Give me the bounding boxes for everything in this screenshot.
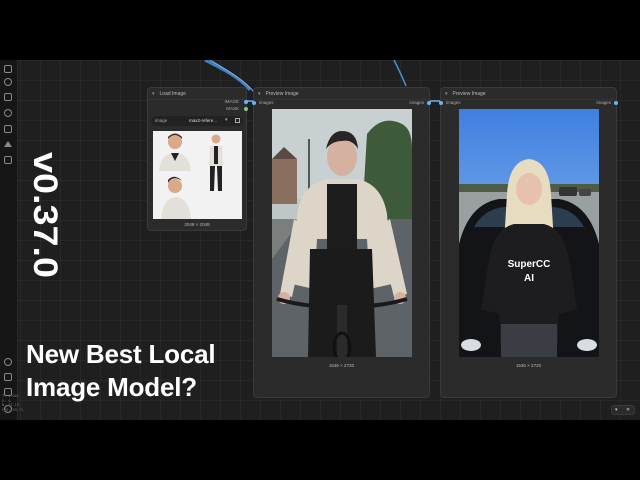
output-image-port[interactable] xyxy=(244,100,248,104)
input-images-label: images xyxy=(446,100,461,105)
collapse-icon[interactable]: ▾ xyxy=(258,91,261,97)
preview-image-woman-car: SuperCC AI xyxy=(459,109,599,357)
output-mask-label: MASK xyxy=(226,106,239,111)
image-dimensions: 1536 × 2720 xyxy=(515,363,542,368)
collapse-icon[interactable]: ▾ xyxy=(445,91,448,97)
output-images-port[interactable] xyxy=(427,101,431,105)
hoodie-text-line-2: AI xyxy=(524,273,534,284)
version-label: v0.37.0 xyxy=(26,152,64,278)
image-dimensions: 2048 × 2048 xyxy=(184,222,210,227)
headline: New Best Local Image Model? xyxy=(26,338,216,404)
output-images-label: images xyxy=(409,100,424,105)
dropdown-icon[interactable]: ▾ xyxy=(225,117,228,123)
preview-image-node-2[interactable]: ▾ Preview Image images images SuperCC AI… xyxy=(439,87,618,398)
node-title: Preview Image xyxy=(452,90,486,97)
output-mask-port[interactable] xyxy=(244,107,248,111)
input-images-port[interactable] xyxy=(252,101,256,105)
headline-line-1: New Best Local xyxy=(26,339,216,369)
input-images-port[interactable] xyxy=(439,101,443,105)
node-title: Load Image xyxy=(159,90,186,97)
folder-icon[interactable] xyxy=(235,118,240,123)
canvas-controls[interactable]: ▾ ✕ xyxy=(611,405,635,415)
node-title: Preview Image xyxy=(265,90,299,97)
load-image-node[interactable]: ▾ Load Image IMAGE MASK image max2-refere… xyxy=(147,87,248,231)
collapse-icon[interactable]: ▾ xyxy=(152,91,155,97)
hoodie-text-line-1: SuperCC xyxy=(508,259,551,270)
image-select-label: image xyxy=(155,118,168,123)
reference-image xyxy=(153,131,242,219)
output-image-label: IMAGE xyxy=(224,99,239,104)
image-select-value: max2-refere... xyxy=(189,118,218,123)
image-dimensions: 1536 × 2720 xyxy=(328,363,355,368)
pointer-icon[interactable]: ▾ xyxy=(615,407,618,413)
image-select[interactable]: image max2-refere... ▾ xyxy=(151,116,243,126)
output-images-label: images xyxy=(596,100,611,105)
output-images-port[interactable] xyxy=(614,101,618,105)
preview-image-node-1[interactable]: ▾ Preview Image images images 1536 × 272… xyxy=(252,87,431,398)
canvas[interactable]: T: 0.00% V: 0 N: 37.13 FPS: 59.71 v0.37.… xyxy=(0,60,640,420)
version-text: v0.37.0 xyxy=(26,152,64,278)
preview-image-cyclist xyxy=(272,109,412,357)
input-images-label: images xyxy=(259,100,274,105)
fit-view-icon[interactable]: ✕ xyxy=(626,407,630,413)
headline-line-2: Image Model? xyxy=(26,372,197,402)
